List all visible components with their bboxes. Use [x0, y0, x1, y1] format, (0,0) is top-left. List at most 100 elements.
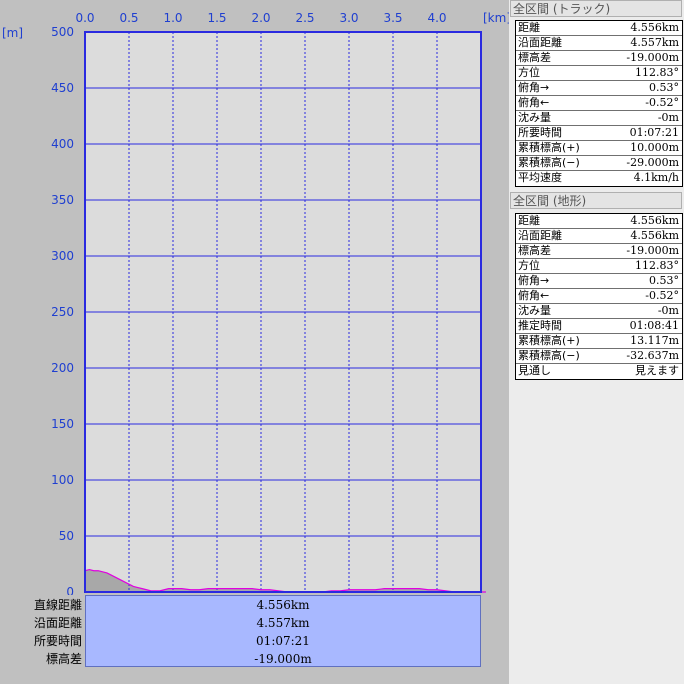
terrain-stat-row-value: 0.53°: [649, 274, 679, 287]
x-unit-label: [km]: [483, 11, 509, 25]
track-stat-row-label: 俯角→: [518, 81, 550, 94]
track-stat-row-value: 01:07:21: [629, 126, 679, 139]
track-stat-row-label: 沈み量: [518, 111, 551, 124]
summary-box: 4.556km 4.557km 01:07:21 -19.000m: [85, 595, 481, 667]
terrain-stat-row: 距離 4.556km: [516, 214, 682, 229]
terrain-stat-row: 方位 112.83°: [516, 259, 682, 274]
terrain-stat-row-label: 累積標高(−): [518, 349, 580, 362]
x-tick-label: 1.5: [207, 11, 226, 25]
track-stat-row: 俯角← -0.52°: [516, 96, 682, 111]
summary-label-required-time: 所要時間: [33, 634, 82, 648]
y-tick-label: 200: [51, 361, 74, 375]
track-stat-row-value: 4.557km: [630, 36, 679, 49]
terrain-panel-header[interactable]: 全区間 (地形): [510, 192, 682, 209]
y-unit-label: [m]: [2, 26, 23, 40]
terrain-stat-row-label: 方位: [518, 259, 540, 272]
terrain-stat-row: 俯角→ 0.53°: [516, 274, 682, 289]
elevation-chart[interactable]: 5004504003503002502001501005000.0 0.5 1.0 1…: [0, 0, 509, 595]
terrain-stat-row-value: 見えます: [635, 364, 679, 377]
track-stat-row-label: 標高差: [518, 51, 551, 64]
x-tick-label: 0.0: [75, 11, 94, 25]
terrain-stats-table: 距離 4.556km 沿面距離 4.556km 標高差 -19.000m 方位 112.83°…: [515, 213, 683, 380]
y-tick-label: 300: [51, 249, 74, 263]
y-tick-label: 500: [51, 25, 74, 39]
track-stat-row: 標高差 -19.000m: [516, 51, 682, 66]
track-stat-row: 沈み量 -0m: [516, 111, 682, 126]
track-stat-row: 平均速度 4.1km/h: [516, 171, 682, 186]
track-stat-row-value: 112.83°: [635, 66, 679, 79]
track-stat-row-value: -29.000m: [626, 156, 679, 169]
track-stat-row-value: 0.53°: [649, 81, 679, 94]
track-stat-row: 俯角→ 0.53°: [516, 81, 682, 96]
track-stats-table: 距離 4.556km 沿面距離 4.557km 標高差 -19.000m 方位 112.83°…: [515, 20, 683, 187]
terrain-stat-row-label: 沿面距離: [518, 229, 562, 242]
x-tick-label: 3.5: [383, 11, 402, 25]
x-tick-label: 2.5: [295, 11, 314, 25]
terrain-stat-row-value: -19.000m: [626, 244, 679, 257]
terrain-stat-row-value: -0m: [657, 304, 679, 317]
terrain-stat-row-label: 見通し: [518, 364, 551, 377]
y-tick-label: 350: [51, 193, 74, 207]
stats-sidebar: 全区間 (トラック) 距離 4.556km 沿面距離 4.557km 標高差 -19.00…: [509, 0, 684, 684]
track-stat-row-label: 俯角←: [518, 96, 550, 109]
x-tick-label: 2.0: [251, 11, 270, 25]
track-stat-row-value: -19.000m: [626, 51, 679, 64]
terrain-stat-row-label: 俯角←: [518, 289, 550, 302]
track-stat-row-label: 平均速度: [518, 171, 562, 184]
track-stat-row-value: 10.000m: [630, 141, 679, 154]
track-stat-row-value: 4.1km/h: [633, 171, 679, 184]
track-stat-row-label: 方位: [518, 66, 540, 79]
track-stat-row-value: -0m: [657, 111, 679, 124]
track-stat-row: 方位 112.83°: [516, 66, 682, 81]
x-tick-label: 1.0: [163, 11, 182, 25]
track-stat-row-label: 距離: [518, 21, 540, 34]
terrain-stat-row-label: 距離: [518, 214, 540, 227]
terrain-stat-row: 沿面距離 4.556km: [516, 229, 682, 244]
profile-area: 500 450 400 350 300 250 200 150 100 50 0 0.0 0.5 1.0 1…: [0, 0, 509, 684]
track-stat-row: 累積標高(−) -29.000m: [516, 156, 682, 171]
summary-value-surface-distance: 4.557km: [256, 616, 310, 630]
terrain-stat-row: 累積標高(−) -32.637m: [516, 349, 682, 364]
summary-value-straight-distance: 4.556km: [256, 598, 310, 612]
y-tick-label: 150: [51, 417, 74, 431]
summary-value-elevation-diff: -19.000m: [254, 652, 312, 666]
track-stat-row-label: 累積標高(−): [518, 156, 580, 169]
y-tick-label: 450: [51, 81, 74, 95]
track-panel-header[interactable]: 全区間 (トラック): [510, 0, 682, 17]
track-stat-row: 累積標高(+) 10.000m: [516, 141, 682, 156]
terrain-stat-row-value: -32.637m: [626, 349, 679, 362]
y-tick-label: 0: [66, 585, 74, 595]
terrain-stat-row-label: 標高差: [518, 244, 551, 257]
track-stat-row-label: 沿面距離: [518, 36, 562, 49]
track-stat-row-value: 4.556km: [630, 21, 679, 34]
terrain-stat-row: 沈み量 -0m: [516, 304, 682, 319]
y-tick-label: 100: [51, 473, 74, 487]
summary-value-required-time: 01:07:21: [256, 634, 310, 648]
terrain-stat-row-value: 4.556km: [630, 229, 679, 242]
summary-label-elevation-diff: 標高差: [45, 652, 82, 666]
terrain-stat-row-value: 13.117m: [630, 334, 679, 347]
terrain-stat-row-label: 推定時間: [518, 319, 562, 332]
terrain-stat-row-label: 累積標高(+): [518, 334, 580, 347]
summary-label-surface-distance: 沿面距離: [33, 616, 82, 630]
terrain-stat-row-label: 俯角→: [518, 274, 550, 287]
terrain-stat-row: 俯角← -0.52°: [516, 289, 682, 304]
terrain-stat-row-value: 4.556km: [630, 214, 679, 227]
track-stat-row: 距離 4.556km: [516, 21, 682, 36]
terrain-stat-row: 累積標高(+) 13.117m: [516, 334, 682, 349]
terrain-stat-row: 見通し 見えます: [516, 364, 682, 379]
track-stat-row: 所要時間 01:07:21: [516, 126, 682, 141]
terrain-stat-row: 標高差 -19.000m: [516, 244, 682, 259]
track-stat-row-label: 累積標高(+): [518, 141, 580, 154]
y-tick-label: 400: [51, 137, 74, 151]
summary-label-straight-distance: 直線距離: [33, 598, 82, 612]
y-tick-label: 50: [59, 529, 74, 543]
terrain-stat-row-value: -0.52°: [645, 289, 679, 302]
terrain-stat-row: 推定時間 01:08:41: [516, 319, 682, 334]
track-stat-row-label: 所要時間: [518, 126, 562, 139]
track-stat-row-value: -0.52°: [645, 96, 679, 109]
y-tick-label: 250: [51, 305, 74, 319]
terrain-stat-row-label: 沈み量: [518, 304, 551, 317]
terrain-stat-row-value: 01:08:41: [629, 319, 679, 332]
terrain-stat-row-value: 112.83°: [635, 259, 679, 272]
